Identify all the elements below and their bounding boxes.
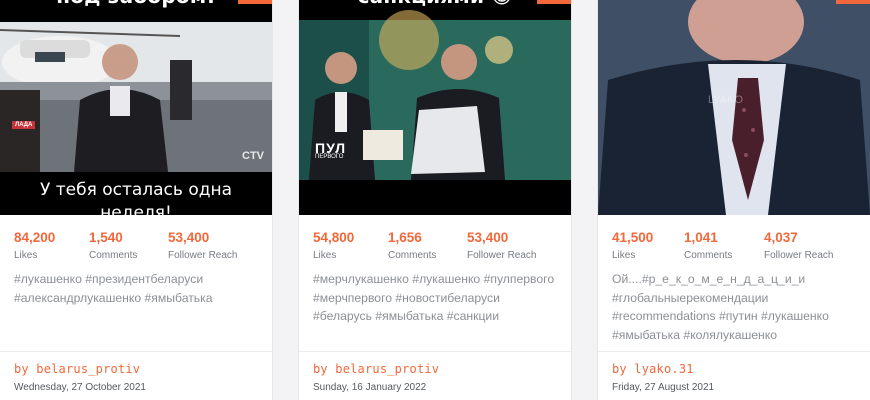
likes-label: Likes	[612, 250, 636, 261]
comments-count: 1,656	[388, 230, 422, 245]
post-date: Friday, 27 August 2021	[612, 382, 715, 393]
likes-count: 54,800	[313, 230, 355, 245]
reach-stat: 53,400 Follower Reach	[467, 230, 536, 261]
comments-count: 1,540	[89, 230, 123, 245]
reach-stat: 4,037 Follower Reach	[764, 230, 833, 261]
author-link[interactable]: by lyako.31	[612, 362, 694, 376]
divider	[299, 351, 571, 352]
corner-accent	[238, 0, 272, 4]
reach-stat: 53,400 Follower Reach	[168, 230, 237, 261]
likes-stat: 54,800 Likes	[313, 230, 354, 261]
author-link[interactable]: by belarus_protiv	[14, 362, 140, 376]
comments-label: Comments	[388, 250, 437, 261]
comments-stat: 1,041 Comments	[684, 230, 732, 261]
thumbnail-caption-top: под забором!	[0, 0, 272, 8]
hashtag-line: #мерчпервого #новостибеларуси	[313, 290, 500, 305]
hashtag-line: #лукашенко #президентбеларуси	[14, 272, 204, 286]
comments-stat: 1,540 Comments	[89, 230, 137, 261]
divider	[0, 351, 272, 352]
post-date: Wednesday, 27 October 2021	[14, 382, 146, 393]
post-stats: 41,500 Likes 1,041 Comments 4,037 Follow…	[612, 230, 860, 264]
post-date: Sunday, 16 January 2022	[313, 382, 427, 393]
post-thumbnail[interactable]: санкциями 😁 ПУЛ ПЕРВОГО	[299, 0, 571, 215]
reach-count: 53,400	[467, 230, 509, 245]
post-stats: 84,200 Likes 1,540 Comments 53,400 Follo…	[14, 230, 262, 264]
thumbnail-image	[299, 0, 571, 215]
reach-count: 53,400	[168, 230, 210, 245]
likes-stat: 41,500 Likes	[612, 230, 653, 261]
hashtag-line: #ямыбатька #колялукашенко	[612, 327, 778, 342]
likes-label: Likes	[313, 250, 337, 261]
reach-count: 4,037	[764, 230, 798, 245]
thumbnail-image	[598, 0, 870, 215]
logo-pul-subtext: ПЕРВОГО	[315, 154, 344, 160]
corner-accent	[537, 0, 571, 4]
likes-count: 84,200	[14, 230, 56, 245]
likes-stat: 84,200 Likes	[14, 230, 55, 261]
likes-count: 41,500	[612, 230, 654, 245]
post-card[interactable]: LYAKO 41,500 Likes 1,041 Comments 4,037 …	[598, 0, 870, 400]
post-hashtags: Ой....#р_е_к_о_м_е_н_д_а_ц_и_и #глобальн…	[612, 270, 860, 344]
post-hashtags: #мерчлукашенко #лукашенко #пулпервого #м…	[313, 270, 561, 326]
hashtag-line: #recommendations #путин #лукашенко	[612, 309, 829, 323]
author-link[interactable]: by belarus_protiv	[313, 362, 439, 376]
channel-logo-lada: ЛАДА	[12, 121, 36, 129]
post-card[interactable]: санкциями 😁 ПУЛ ПЕРВОГО 54,800 Likes 1,6…	[299, 0, 571, 400]
post-hashtags: #лукашенко #президентбеларуси #александр…	[14, 270, 262, 307]
post-stats: 54,800 Likes 1,656 Comments 53,400 Follo…	[313, 230, 561, 264]
reach-label: Follower Reach	[764, 250, 834, 261]
hashtag-line: Ой....#р_е_к_о_м_е_н_д_а_ц_и_и	[612, 272, 806, 286]
channel-logo-ctv: CTV	[242, 150, 264, 162]
post-thumbnail[interactable]: под забором! У тебя осталась одна неделя…	[0, 0, 272, 215]
corner-accent	[836, 0, 870, 4]
thumbnail-caption-bottom-cut: неделя!	[100, 203, 172, 215]
channel-logo-pul: ПУЛ ПЕРВОГО	[315, 140, 346, 160]
hashtag-line: #александрлукашенко #ямыбатька	[14, 290, 213, 305]
comments-count: 1,041	[684, 230, 718, 245]
hashtag-line: #беларусь #ямыбатька #санкции	[313, 309, 500, 323]
hashtag-line: #мерчлукашенко #лукашенко #пулпервого	[313, 272, 555, 286]
comments-label: Comments	[89, 250, 138, 261]
hashtag-line: #глобальныерекомендации	[612, 290, 769, 305]
thumbnail-caption-bottom: У тебя осталась одна	[39, 180, 233, 200]
comments-stat: 1,656 Comments	[388, 230, 436, 261]
thumbnail-caption-top: санкциями 😁	[299, 0, 571, 8]
divider	[598, 351, 870, 352]
reach-label: Follower Reach	[168, 250, 238, 261]
post-card[interactable]: под забором! У тебя осталась одна неделя…	[0, 0, 272, 400]
thumbnail-watermark: LYAKO	[708, 94, 744, 106]
reach-label: Follower Reach	[467, 250, 537, 261]
post-thumbnail[interactable]: LYAKO	[598, 0, 870, 215]
comments-label: Comments	[684, 250, 733, 261]
likes-label: Likes	[14, 250, 38, 261]
